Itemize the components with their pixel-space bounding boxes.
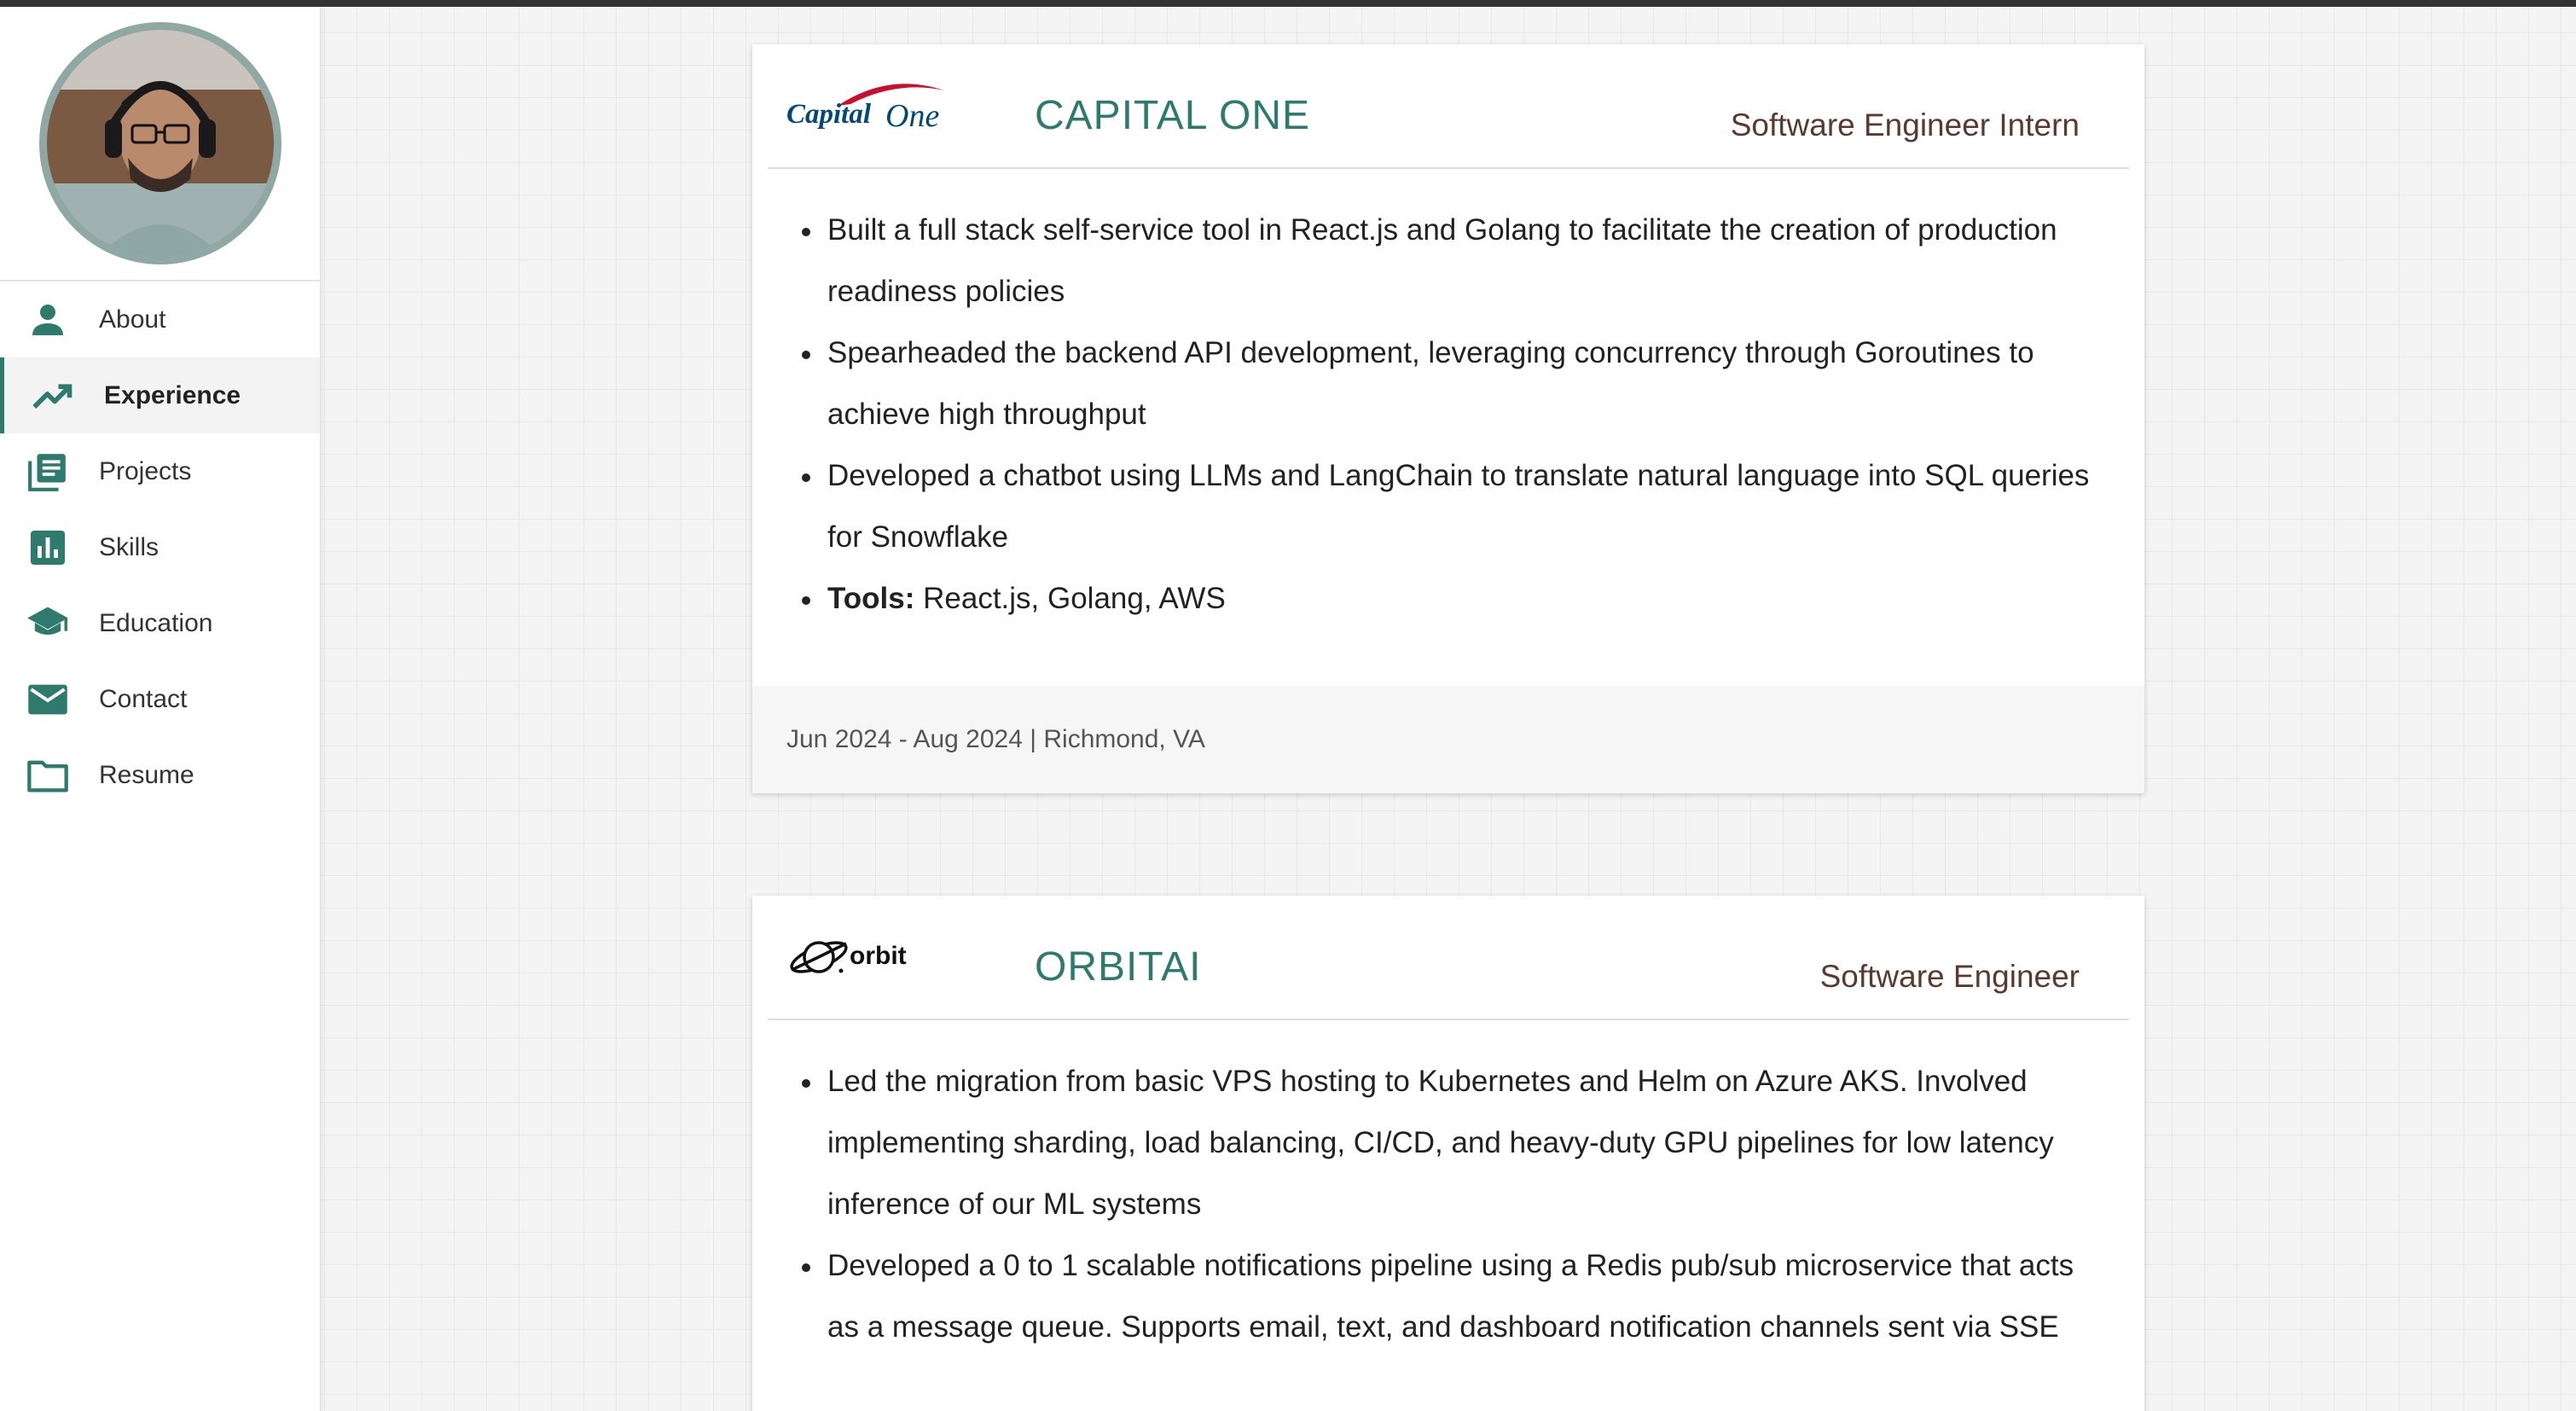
library-icon [26,450,70,494]
card-header: Capital One CAPITAL ONE Software Enginee… [768,44,2129,169]
sidebar-item-projects[interactable]: Projects [0,433,320,509]
sidebar-item-label: Skills [99,532,160,561]
sidebar-item-label: Contact [99,684,188,713]
logo-text-one: One [885,98,939,134]
trending-up-icon [31,374,75,418]
sidebar-item-label: About [99,305,166,334]
list-item: Spearheaded the backend API development,… [800,322,2102,445]
card-body: Led the migration from basic VPS hosting… [752,1020,2144,1358]
company-name: ORBITAI [1035,944,1202,990]
bullet-list: Built a full stack self-service tool in … [800,200,2102,630]
list-item: Developed a chatbot using LLMs and LangC… [800,445,2102,568]
sidebar-item-education[interactable]: Education [0,585,320,661]
sidebar-item-contact[interactable]: Contact [0,661,320,737]
person-icon [26,298,70,342]
card-body: Built a full stack self-service tool in … [752,169,2144,630]
list-item: Led the migration from basic VPS hosting… [800,1051,2102,1235]
avatar [38,22,281,264]
experience-card-capital-one: Capital One CAPITAL ONE Software Enginee… [752,44,2144,793]
sidebar-item-skills[interactable]: Skills [0,509,320,585]
bar-chart-icon [26,525,70,570]
sidebar-nav: About Experience Projects Skills Educati… [0,282,320,813]
sidebar-item-label: Experience [104,380,241,409]
sidebar: About Experience Projects Skills Educati… [0,7,321,1411]
sidebar-item-experience[interactable]: Experience [0,357,320,433]
card-footer: Jun 2024 - Aug 2024 | Richmond, VA [752,686,2144,793]
folder-icon [26,753,70,798]
mail-icon [26,677,70,722]
top-bar [0,0,2576,7]
orbit-logo: orbit [786,923,931,996]
list-item-tools: Tools: React.js, Golang, AWS [800,568,2102,630]
list-item: Developed a 0 to 1 scalable notification… [800,1235,2102,1358]
graduation-cap-icon [26,601,70,646]
experience-card-orbitai: orbit ORBITAI Software Engineer Led the … [752,896,2144,1411]
logo-text-orbit: orbit [850,942,907,970]
sidebar-item-about[interactable]: About [0,282,320,357]
company-name: CAPITAL ONE [1035,93,1311,138]
sidebar-item-label: Resume [99,760,194,789]
card-header: orbit ORBITAI Software Engineer [768,896,2129,1020]
job-role: Software Engineer Intern [1730,107,2080,142]
list-item: Built a full stack self-service tool in … [800,200,2102,322]
logo-text-capital: Capital [786,99,872,130]
sidebar-item-resume[interactable]: Resume [0,737,320,813]
bullet-list: Led the migration from basic VPS hosting… [800,1051,2102,1358]
tools-label: Tools: [827,582,915,615]
job-role: Software Engineer [1819,959,2080,994]
sidebar-item-label: Projects [99,456,192,485]
capital-one-logo: Capital One [786,72,957,144]
avatar-container [0,7,320,282]
tools-value: React.js, Golang, AWS [914,582,1226,615]
sidebar-item-label: Education [99,608,213,637]
